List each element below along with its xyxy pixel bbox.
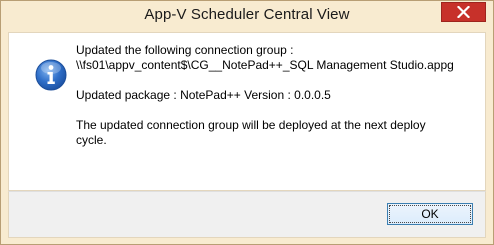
message-line-deploy-notice-cont: cycle. <box>76 133 107 147</box>
close-icon <box>457 6 470 18</box>
window-title: App-V Scheduler Central View <box>144 6 350 23</box>
focus-rectangle <box>389 205 471 223</box>
message-area: Updated the following connection group :… <box>8 32 486 191</box>
message-line-updated-group: Updated the following connection group : <box>76 43 294 57</box>
message-line-group-path: \\fs01\appv_content$\CG__NotePad++_SQL M… <box>76 58 454 72</box>
information-icon <box>35 59 67 91</box>
message-dialog: App-V Scheduler Central View Updated the… <box>0 0 494 245</box>
close-button[interactable] <box>441 2 486 22</box>
message-text: Updated the following connection group :… <box>76 43 476 148</box>
message-line-deploy-notice: The updated connection group will be dep… <box>76 118 426 132</box>
ok-button[interactable]: OK <box>387 203 473 225</box>
button-bar: OK <box>8 191 486 238</box>
message-line-updated-package: Updated package : NotePad++ Version : 0.… <box>76 88 331 102</box>
title-bar[interactable]: App-V Scheduler Central View <box>1 1 493 32</box>
